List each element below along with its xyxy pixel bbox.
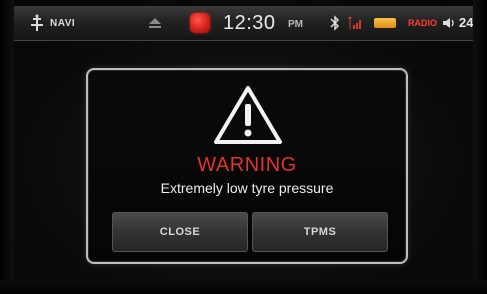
navi-button[interactable]: NAVI <box>28 14 75 32</box>
signal-icon <box>348 17 361 29</box>
radio-label[interactable]: RADIO <box>408 18 437 28</box>
bluetooth-icon <box>330 15 340 31</box>
bezel-left <box>0 0 14 294</box>
status-bar: NAVI 12:30 PM RADIO 24 <box>12 6 485 41</box>
close-button[interactable]: CLOSE <box>112 212 248 252</box>
warning-triangle-icon <box>214 86 282 144</box>
navi-icon <box>31 14 43 31</box>
screen: NAVI 12:30 PM RADIO 24 WARNING Extremely… <box>0 0 487 294</box>
bezel-bottom <box>0 280 487 294</box>
navi-label: NAVI <box>50 17 76 29</box>
clock-ampm: PM <box>288 19 303 30</box>
warning-tile-icon[interactable] <box>190 13 210 33</box>
speaker-icon <box>443 18 454 28</box>
battery-icon <box>374 18 396 28</box>
dialog-message: Extremely low tyre pressure <box>160 180 334 196</box>
tpms-button[interactable]: TPMS <box>252 212 388 252</box>
clock-time: 12:30 <box>223 12 276 34</box>
dialog-title: WARNING <box>197 154 297 176</box>
volume-level: 24 <box>459 15 474 30</box>
eject-icon[interactable] <box>148 17 162 29</box>
bezel-right <box>473 0 487 294</box>
warning-dialog: WARNING Extremely low tyre pressure CLOS… <box>86 68 408 264</box>
